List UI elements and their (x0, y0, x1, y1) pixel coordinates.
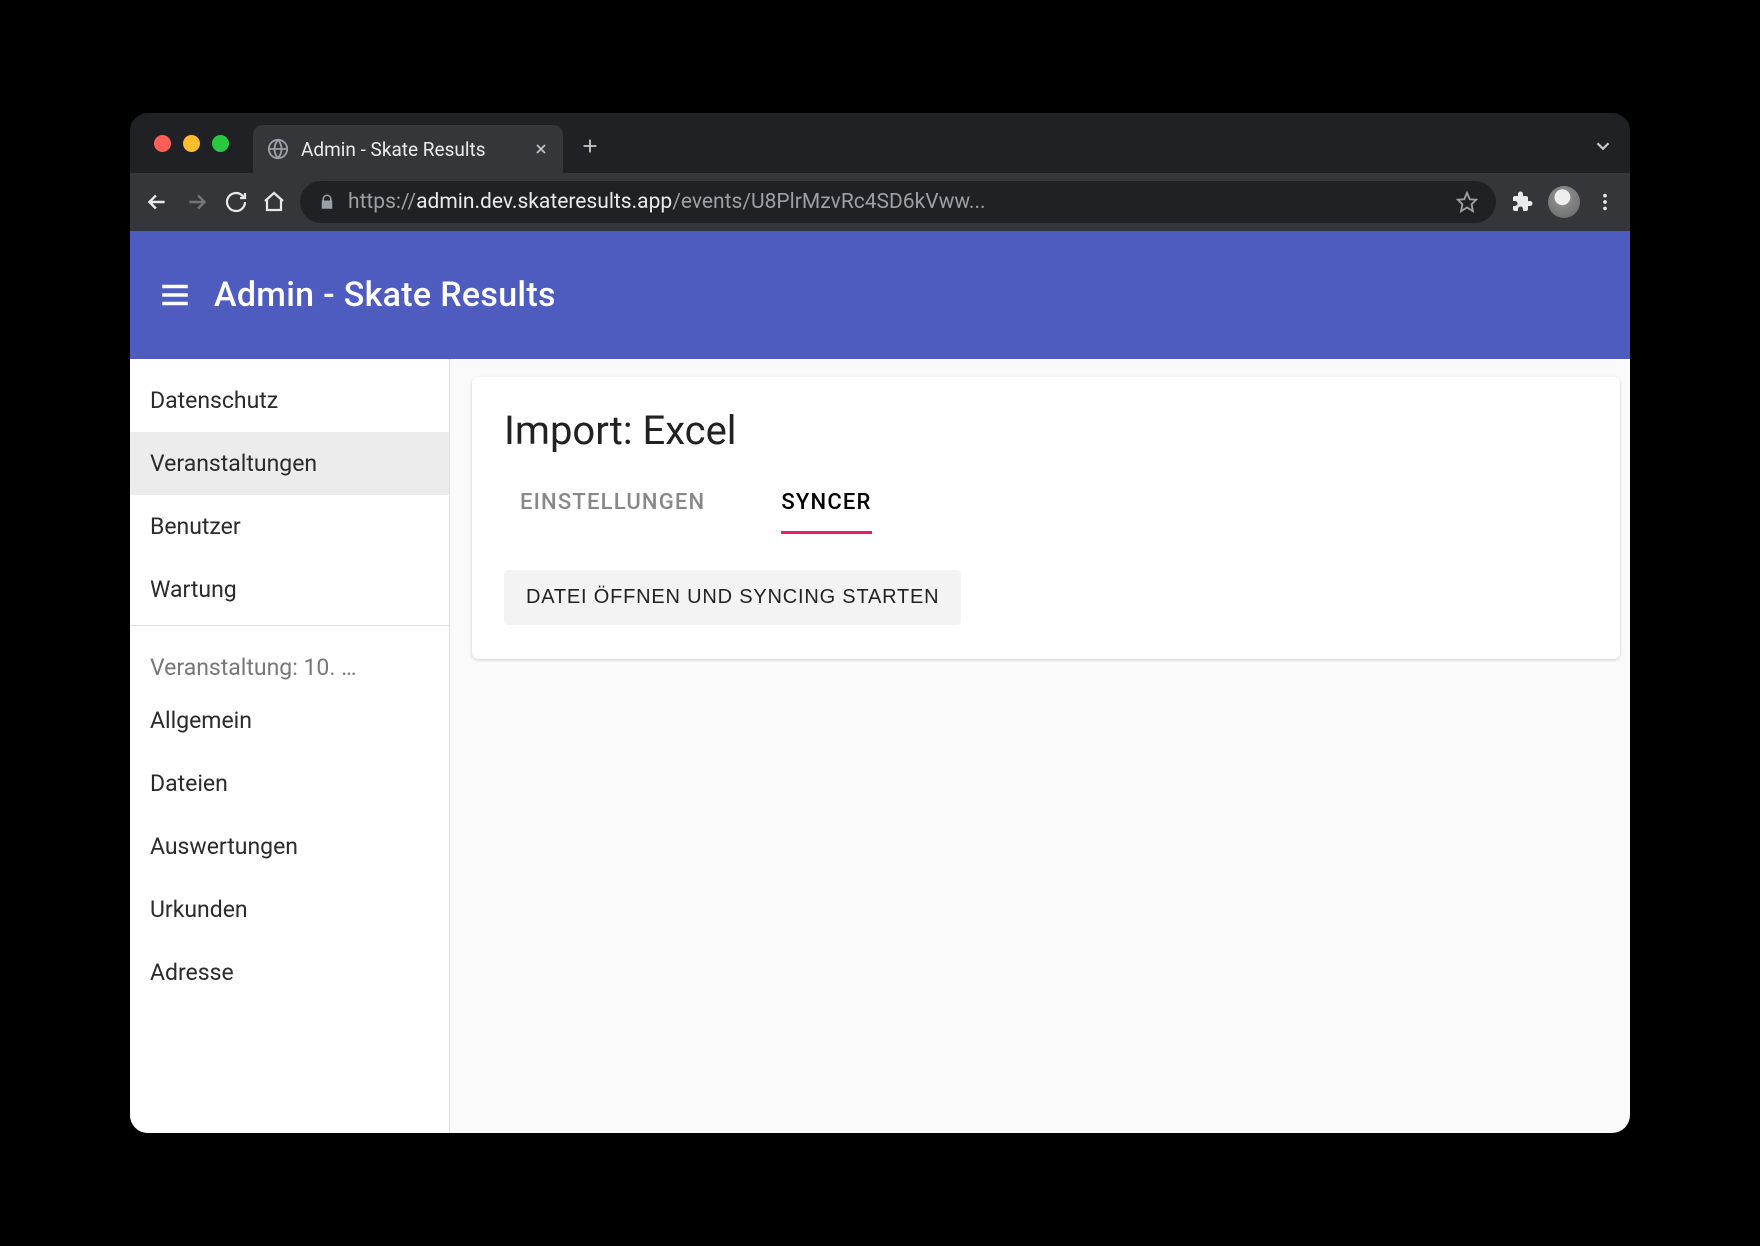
window-fullscreen-button[interactable] (212, 135, 229, 152)
sidebar-item-datenschutz[interactable]: Datenschutz (130, 369, 449, 432)
sidebar-item-wartung[interactable]: Wartung (130, 558, 449, 621)
sidebar-section-header: Veranstaltung: 10. … (130, 626, 449, 689)
new-tab-button[interactable] (579, 135, 601, 157)
open-file-start-sync-button[interactable]: DATEI ÖFFNEN UND SYNCING STARTEN (504, 570, 961, 625)
url-domain: admin.dev.skateresults.app (416, 190, 672, 214)
address-bar[interactable]: https://admin.dev.skateresults.app/event… (300, 181, 1496, 223)
card-tabs: EINSTELLUNGEN SYNCER (504, 490, 1588, 534)
reload-button[interactable] (224, 190, 248, 214)
browser-toolbar: https://admin.dev.skateresults.app/event… (130, 173, 1630, 231)
tab-strip: Admin - Skate Results (130, 113, 1630, 173)
tab-einstellungen[interactable]: EINSTELLUNGEN (520, 490, 705, 534)
extensions-icon[interactable] (1510, 190, 1534, 214)
window-minimize-button[interactable] (183, 135, 200, 152)
browser-window: Admin - Skate Results (130, 113, 1630, 1133)
url-text: https://admin.dev.skateresults.app/event… (348, 190, 1444, 214)
lock-icon (318, 193, 336, 211)
browser-menu-icon[interactable] (1594, 191, 1616, 213)
bookmark-star-icon[interactable] (1456, 191, 1478, 213)
main-content: Import: Excel EINSTELLUNGEN SYNCER DATEI… (450, 359, 1630, 1133)
tab-title: Admin - Skate Results (301, 138, 521, 161)
hamburger-menu-icon[interactable] (158, 278, 192, 312)
profile-avatar[interactable] (1548, 186, 1580, 218)
sidebar-item-benutzer[interactable]: Benutzer (130, 495, 449, 558)
sidebar-item-allgemein[interactable]: Allgemein (130, 689, 449, 752)
close-icon[interactable] (533, 141, 549, 157)
sidebar-item-urkunden[interactable]: Urkunden (130, 878, 449, 941)
card-title: Import: Excel (504, 407, 1588, 454)
app-title: Admin - Skate Results (214, 275, 556, 315)
url-path: /events/U8PlrMzvRc4SD6kVww... (672, 190, 985, 214)
sidebar-item-dateien[interactable]: Dateien (130, 752, 449, 815)
globe-icon (267, 138, 289, 160)
app-body: Datenschutz Veranstaltungen Benutzer War… (130, 359, 1630, 1133)
sidebar-item-auswertungen[interactable]: Auswertungen (130, 815, 449, 878)
browser-tab[interactable]: Admin - Skate Results (253, 125, 563, 173)
url-protocol: https:// (348, 190, 416, 214)
app-bar: Admin - Skate Results (130, 231, 1630, 359)
app-viewport: Admin - Skate Results Datenschutz Verans… (130, 231, 1630, 1133)
sidebar-item-veranstaltungen[interactable]: Veranstaltungen (130, 432, 449, 495)
home-button[interactable] (262, 190, 286, 214)
back-button[interactable] (144, 189, 170, 215)
sidebar-item-adresse[interactable]: Adresse (130, 941, 449, 1004)
import-card: Import: Excel EINSTELLUNGEN SYNCER DATEI… (472, 377, 1620, 659)
chevron-down-icon[interactable] (1592, 135, 1614, 157)
sidebar: Datenschutz Veranstaltungen Benutzer War… (130, 359, 450, 1133)
forward-button[interactable] (184, 189, 210, 215)
window-controls (154, 135, 229, 152)
window-close-button[interactable] (154, 135, 171, 152)
tab-syncer[interactable]: SYNCER (781, 490, 871, 534)
